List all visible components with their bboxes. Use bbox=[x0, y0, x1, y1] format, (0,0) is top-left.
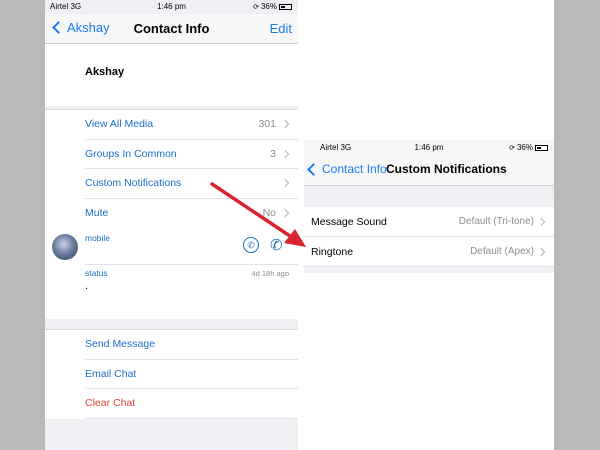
row-label: Ringtone bbox=[311, 246, 354, 258]
clear-chat-button[interactable]: Clear Chat bbox=[85, 389, 298, 419]
back-button[interactable]: Contact Info bbox=[306, 162, 387, 176]
row-value: No bbox=[262, 206, 276, 219]
row-value: Default (Tri-tone) bbox=[458, 216, 534, 227]
action-label: Clear Chat bbox=[85, 397, 136, 409]
chevron-right-icon bbox=[536, 247, 546, 257]
row-value: Default (Apex) bbox=[470, 246, 534, 257]
send-message-button[interactable]: Send Message bbox=[85, 330, 298, 360]
status-text: . bbox=[85, 280, 89, 292]
section-spacer bbox=[304, 267, 554, 273]
nav-bar: Contact Info Custom Notifications bbox=[304, 154, 554, 186]
avatar[interactable] bbox=[52, 234, 78, 260]
email-chat-button[interactable]: Email Chat bbox=[85, 360, 298, 389]
chevron-right-icon bbox=[280, 119, 290, 129]
whatsapp-call-icon[interactable]: ✆ bbox=[243, 237, 259, 253]
battery-icon bbox=[535, 144, 548, 151]
chevron-right-icon bbox=[536, 217, 546, 227]
custom-notifications-row[interactable]: Custom Notifications bbox=[85, 169, 298, 199]
background-left bbox=[0, 0, 45, 450]
battery-icon bbox=[279, 3, 292, 10]
view-all-media-row[interactable]: View All Media 301 bbox=[85, 110, 298, 140]
row-label: Message Sound bbox=[311, 216, 387, 228]
page-title: Custom Notifications bbox=[386, 162, 507, 176]
chevron-left-icon bbox=[307, 162, 320, 176]
chevron-right-icon bbox=[280, 178, 290, 188]
groups-in-common-row[interactable]: Groups In Common 3 bbox=[85, 140, 298, 169]
edit-button[interactable]: Edit bbox=[270, 21, 292, 36]
rotation-lock-icon: ⟳ bbox=[253, 3, 259, 11]
chat-actions-list: Send Message Email Chat Clear Chat bbox=[45, 329, 298, 419]
action-label: Email Chat bbox=[85, 367, 137, 380]
row-value: 301 bbox=[258, 118, 276, 130]
battery-indicator: ⟳ 36% bbox=[253, 2, 292, 11]
ringtone-row[interactable]: Ringtone Default (Apex) bbox=[304, 237, 554, 267]
mute-row[interactable]: Mute No bbox=[85, 199, 298, 228]
chevron-right-icon bbox=[280, 149, 290, 158]
contact-header: Akshay bbox=[45, 44, 298, 106]
background-right bbox=[554, 0, 600, 450]
phone-type-label: mobile bbox=[85, 233, 111, 243]
battery-indicator: ⟳ 36% bbox=[509, 143, 548, 152]
nav-bar: Akshay Contact Info Edit bbox=[45, 14, 298, 44]
custom-notifications-screen: Airtel 3G 1:46 pm ⟳ 36% Contact Info Cus… bbox=[304, 140, 554, 450]
action-label: Send Message bbox=[85, 338, 156, 350]
rotation-lock-icon: ⟳ bbox=[509, 144, 515, 152]
notification-settings-list: Message Sound Default (Tri-tone) Rington… bbox=[304, 207, 554, 267]
status-label: status bbox=[85, 268, 108, 278]
section-spacer bbox=[304, 186, 554, 207]
battery-percent: 36% bbox=[516, 143, 533, 152]
status-bar: Airtel 3G 1:46 pm ⟳ 36% bbox=[45, 0, 298, 14]
contact-options-list: View All Media 301 Groups In Common 3 Cu… bbox=[45, 109, 298, 228]
status-bar: Airtel 3G 1:46 pm ⟳ 36% bbox=[304, 140, 554, 154]
battery-percent: 36% bbox=[260, 2, 277, 11]
back-button-label: Contact Info bbox=[322, 162, 387, 176]
page-title: Contact Info bbox=[133, 21, 210, 36]
row-label: Groups In Common bbox=[85, 147, 177, 160]
row-label: Mute bbox=[85, 206, 109, 219]
row-value: 3 bbox=[270, 147, 276, 160]
row-label: View All Media bbox=[85, 118, 154, 130]
phone-icon[interactable]: ✆ bbox=[270, 236, 283, 254]
contact-details: mobile ✆ ✆ status 4d 18h ago . bbox=[45, 227, 298, 319]
chevron-right-icon bbox=[280, 208, 290, 217]
contact-info-screen: Airtel 3G 1:46 pm ⟳ 36% Akshay Contact I… bbox=[45, 0, 298, 450]
row-label: Custom Notifications bbox=[85, 177, 182, 189]
status-timestamp: 4d 18h ago bbox=[251, 269, 289, 278]
contact-name: Akshay bbox=[85, 66, 125, 78]
divider bbox=[85, 264, 298, 265]
message-sound-row[interactable]: Message Sound Default (Tri-tone) bbox=[304, 207, 554, 237]
